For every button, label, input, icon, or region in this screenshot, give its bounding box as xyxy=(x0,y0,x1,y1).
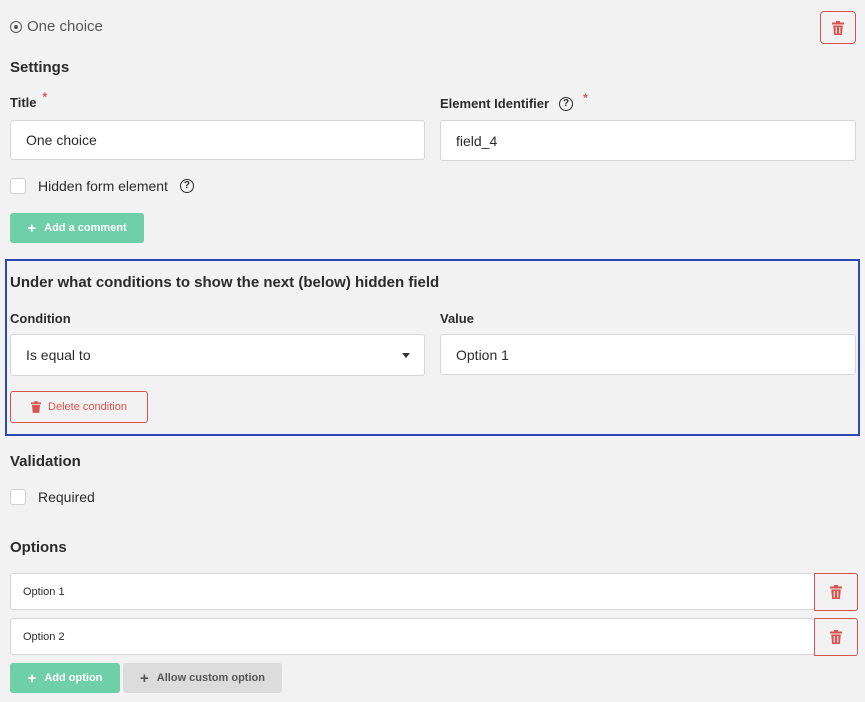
settings-heading: Settings xyxy=(10,59,70,76)
condition-select[interactable]: Is equal to xyxy=(10,334,425,376)
plus-icon: + xyxy=(27,219,37,237)
help-icon[interactable]: ? xyxy=(559,96,574,111)
trash-icon xyxy=(830,585,842,599)
value-input[interactable]: Option 1 xyxy=(440,334,856,375)
identifier-label: Element Identifier ? * xyxy=(440,91,588,112)
required-asterisk: * xyxy=(583,90,588,105)
delete-condition-button[interactable]: Delete condition xyxy=(10,391,148,423)
hidden-element-row: Hidden form element ? xyxy=(10,178,194,194)
delete-option-button-1[interactable] xyxy=(814,573,858,611)
condition-label: Condition xyxy=(10,311,71,326)
required-asterisk: * xyxy=(42,89,48,104)
allow-custom-option-button[interactable]: + Allow custom option xyxy=(123,663,282,693)
title-input[interactable]: One choice xyxy=(10,120,425,160)
caret-down-icon xyxy=(402,353,410,358)
hidden-element-checkbox[interactable] xyxy=(10,178,26,194)
allow-custom-option-label: Allow custom option xyxy=(156,672,265,684)
title-label-text: Title xyxy=(10,95,37,110)
value-label: Value xyxy=(440,311,474,326)
add-comment-button[interactable]: + Add a comment xyxy=(10,213,144,243)
add-option-button[interactable]: + Add option xyxy=(10,663,120,693)
hidden-element-label: Hidden form element xyxy=(38,178,168,194)
required-row: Required xyxy=(10,489,95,505)
radio-icon xyxy=(10,20,22,33)
required-label: Required xyxy=(38,489,95,505)
element-type-header: One choice xyxy=(10,18,103,35)
element-type-title: One choice xyxy=(27,18,103,35)
trash-icon xyxy=(830,630,842,644)
plus-icon: + xyxy=(27,669,37,687)
delete-element-button[interactable] xyxy=(820,11,856,44)
condition-select-value: Is equal to xyxy=(26,347,91,363)
add-option-label: Add option xyxy=(44,672,103,684)
validation-heading: Validation xyxy=(10,453,81,470)
condition-heading: Under what conditions to show the next (… xyxy=(10,274,440,291)
option-input-2[interactable]: Option 2 xyxy=(10,618,815,655)
delete-option-button-2[interactable] xyxy=(814,618,858,656)
help-icon[interactable]: ? xyxy=(179,179,194,193)
identifier-label-text: Element Identifier xyxy=(440,96,550,111)
title-label: Title * xyxy=(10,90,47,111)
trash-icon xyxy=(31,401,42,413)
identifier-input[interactable]: field_4 xyxy=(440,120,856,161)
options-heading: Options xyxy=(10,539,67,556)
plus-icon: + xyxy=(140,669,149,687)
option-input-1[interactable]: Option 1 xyxy=(10,573,815,610)
required-checkbox[interactable] xyxy=(10,489,26,505)
trash-icon xyxy=(832,20,844,35)
delete-condition-label: Delete condition xyxy=(48,401,127,413)
add-comment-label: Add a comment xyxy=(44,222,127,234)
